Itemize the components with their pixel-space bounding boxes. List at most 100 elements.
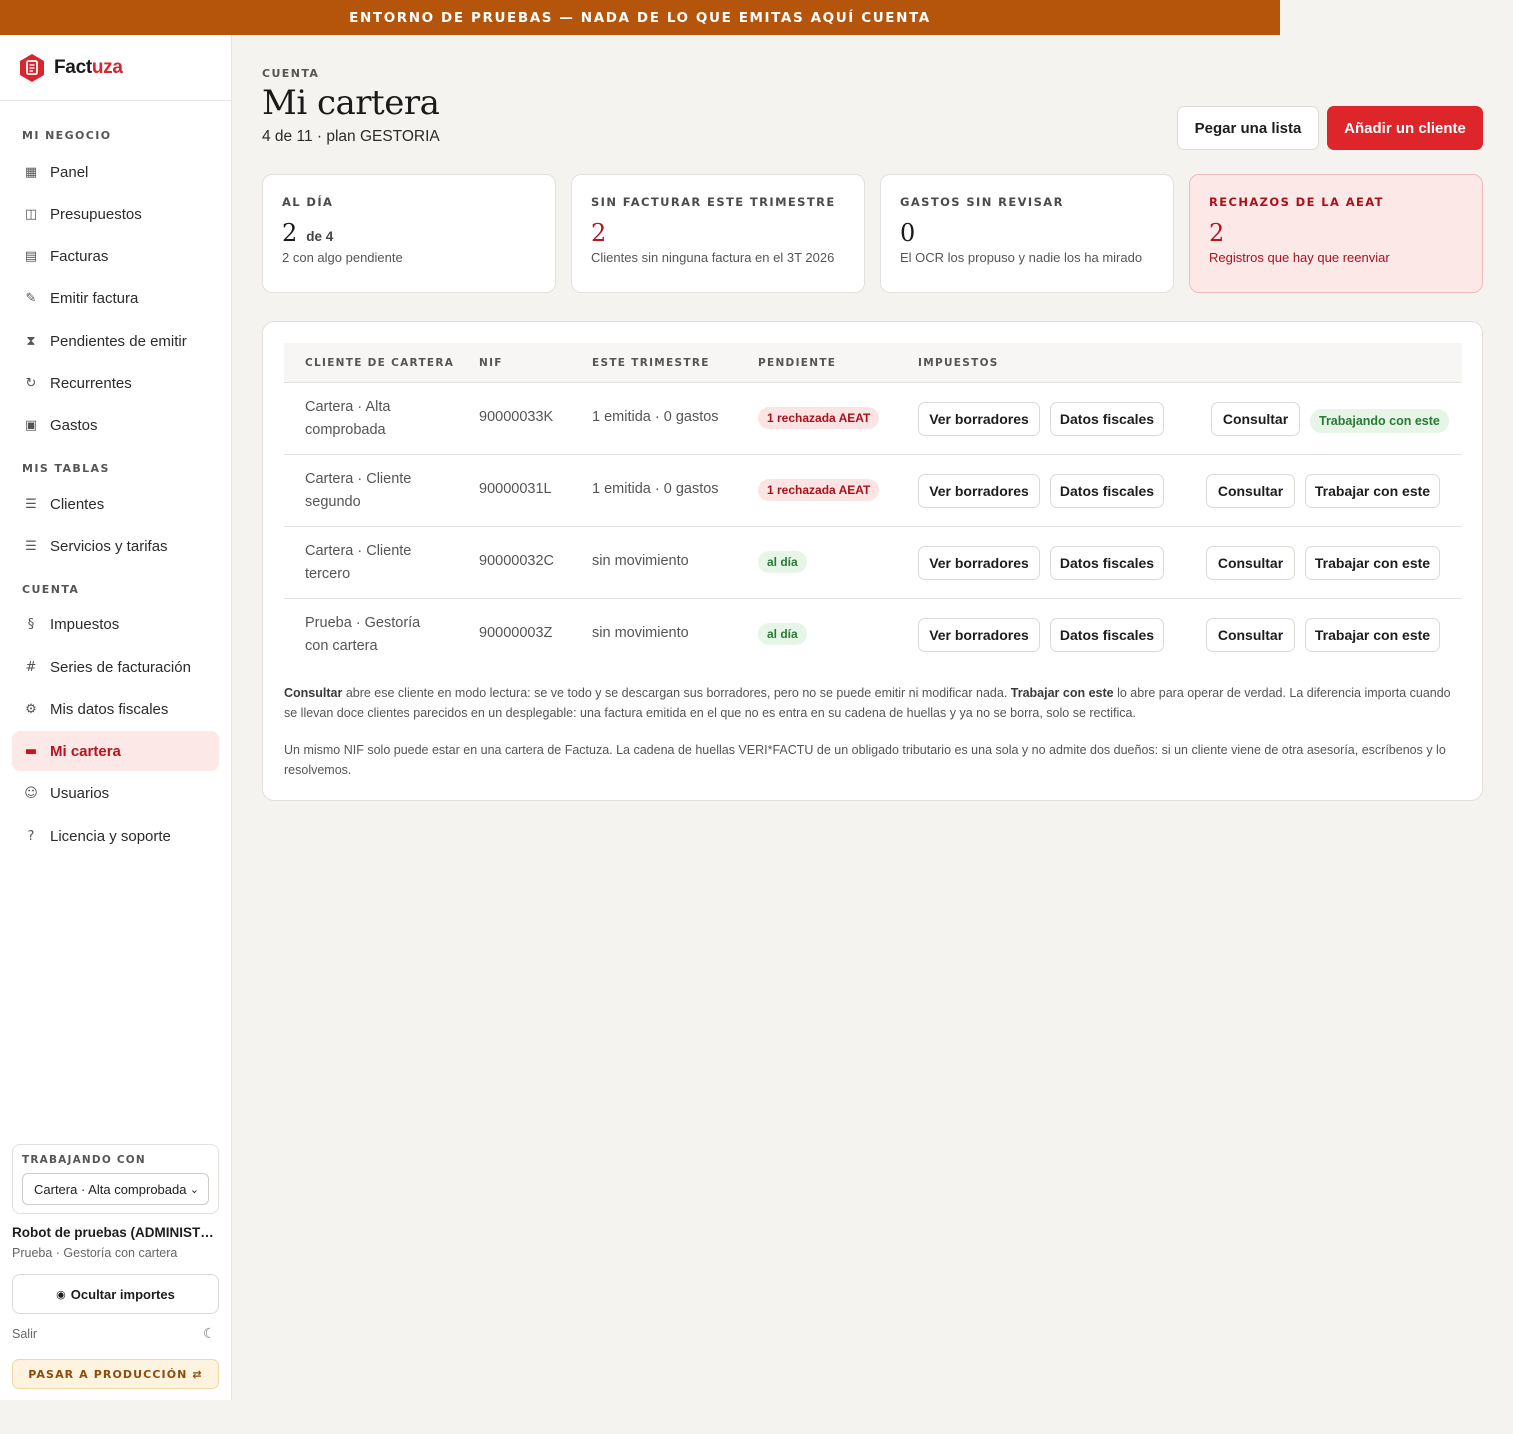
logo[interactable]: Factuza [0,35,231,101]
sidebar-item-label: Gastos [50,416,98,434]
sidebar-item-label: Clientes [50,495,105,513]
stat-desc: 2 con algo pendiente [282,250,403,265]
sidebar-item-panel[interactable]: ▦ Panel [12,152,219,192]
stat-title: GASTOS SIN REVISAR [900,195,1064,209]
stat-title: SIN FACTURAR ESTE TRIMESTRE [591,195,836,209]
section-icon: § [27,616,35,632]
client-quarter: sin movimiento [592,553,689,569]
stat-title: AL DÍA [282,195,334,209]
view-drafts-button[interactable]: Ver borradores [918,474,1040,508]
work-with-button[interactable]: Trabajar con este [1305,546,1440,580]
sidebar-item-mi-cartera[interactable]: ▬ Mi cartera [12,731,219,771]
fiscal-data-button[interactable]: Datos fiscales [1050,546,1164,580]
work-with-button[interactable]: Trabajar con este [1305,618,1440,652]
logout-link[interactable]: Salir [12,1327,37,1341]
briefcase-icon: ▬ [24,743,38,759]
working-with-badge: Trabajando con este [1310,409,1449,433]
client-name: Cartera · Cliente tercero [305,543,412,582]
sidebar-item-recurrentes[interactable]: ↻ Recurrentes [12,363,219,403]
sidebar-item-facturas[interactable]: ▤ Facturas [12,236,219,276]
stat-card-gastos: GASTOS SIN REVISAR 0 El OCR los propuso … [880,174,1174,293]
stat-card-sin-facturar: SIN FACTURAR ESTE TRIMESTRE 2 Clientes s… [571,174,865,293]
sidebar-item-impuestos[interactable]: § Impuestos [12,604,219,644]
sidebar-item-emitir-factura[interactable]: ✎ Emitir factura [12,278,219,318]
factuza-logo-icon [19,53,45,83]
nav-group-cuenta: CUENTA [22,583,80,596]
menu-icon: ☰ [25,496,37,512]
sidebar-item-label: Pendientes de emitir [50,332,187,350]
col-header-trimestre: ESTE TRIMESTRE [592,357,710,369]
client-quarter: sin movimiento [592,625,689,641]
fiscal-data-button[interactable]: Datos fiscales [1050,474,1164,508]
portfolio-card: CLIENTE DE CARTERA NIF ESTE TRIMESTRE PE… [262,321,1483,801]
sidebar-item-label: Servicios y tarifas [50,537,168,555]
stat-value-wrap: 2 de 4 [282,219,536,247]
table-row: Prueba · Gestoría con cartera 90000003Z … [284,599,1462,671]
sidebar-item-licencia[interactable]: ? Licencia y soporte [12,816,219,856]
stat-desc: El OCR los propuso y nadie los ha mirado [900,250,1143,265]
fiscal-data-button[interactable]: Datos fiscales [1050,402,1164,436]
view-drafts-button[interactable]: Ver borradores [918,546,1040,580]
sidebar-item-label: Presupuestos [50,205,142,223]
sidebar-item-series[interactable]: # Series de facturación [12,647,219,687]
sidebar-item-label: Usuarios [50,784,110,802]
stat-card-al-dia: AL DÍA 2 de 4 2 con algo pendiente [262,174,556,293]
sidebar-item-label: Mis datos fiscales [50,700,169,718]
table-row: Cartera · Cliente tercero 90000032C sin … [284,527,1462,599]
user-org: Prueba · Gestoría con cartera [12,1246,178,1260]
stat-suffix: de 4 [306,229,334,244]
consult-button[interactable]: Consultar [1206,474,1295,508]
hide-amounts-label: Ocultar importes [70,1286,175,1302]
view-drafts-button[interactable]: Ver borradores [918,402,1040,436]
sidebar-item-clientes[interactable]: ☰ Clientes [12,484,219,524]
eye-icon: ◉ [56,1288,66,1301]
view-drafts-button[interactable]: Ver borradores [918,618,1040,652]
sidebar-item-label: Licencia y soporte [50,827,171,845]
help-note-nif: Un mismo NIF solo puede estar en una car… [284,743,1446,777]
stat-desc: Registros que hay que reenviar [1209,250,1390,265]
sidebar-item-pendientes[interactable]: ⧗ Pendientes de emitir [12,321,219,361]
paste-list-button[interactable]: Pegar una lista [1177,106,1319,150]
add-client-button[interactable]: Añadir un cliente [1327,106,1483,150]
sidebar-item-datos-fiscales[interactable]: ⚙ Mis datos fiscales [12,689,219,729]
hourglass-icon: ⧗ [26,333,36,349]
table-row: Cartera · Cliente segundo 90000031L 1 em… [284,455,1462,527]
sidebar-item-label: Mi cartera [50,742,121,760]
sidebar-item-usuarios[interactable]: ☺ Usuarios [12,773,219,813]
sidebar-item-servicios[interactable]: ☰ Servicios y tarifas [12,526,219,566]
client-name: Cartera · Alta comprobada [305,399,391,438]
user-icon: ☺ [24,785,38,801]
chevron-down-icon: ⌄ [189,1183,199,1196]
col-header-impuestos: IMPUESTOS [918,357,999,369]
sidebar-item-label: Emitir factura [50,289,139,307]
col-header-cliente: CLIENTE DE CARTERA [305,357,455,369]
sidebar-item-presupuestos[interactable]: ◫ Presupuestos [12,194,219,234]
page-title: Mi cartera [262,83,440,123]
sidebar-item-label: Impuestos [50,615,120,633]
help-icon: ? [27,828,35,844]
stat-card-rechazos[interactable]: RECHAZOS DE LA AEAT 2 Registros que hay … [1189,174,1483,293]
stat-value: 2 [1209,219,1225,247]
fiscal-data-button[interactable]: Datos fiscales [1050,618,1164,652]
hide-amounts-button[interactable]: ◉ Ocultar importes [12,1274,219,1314]
stat-value: 2 [282,219,298,247]
working-label: TRABAJANDO CON [22,1154,146,1166]
status-badge: al día [758,623,807,645]
nav-group-mis-tablas: MIS TABLAS [22,462,110,475]
repeat-icon: ↻ [25,375,37,391]
working-client-select[interactable]: Cartera · Alta comprobada ⌄ [22,1173,209,1205]
consult-button[interactable]: Consultar [1211,402,1300,436]
moon-icon[interactable]: ☾ [203,1325,216,1342]
table-header: CLIENTE DE CARTERA NIF ESTE TRIMESTRE PE… [284,343,1462,383]
user-name: Robot de pruebas (ADMINISTRADOR) [12,1225,222,1240]
consult-button[interactable]: Consultar [1206,618,1295,652]
sidebar-item-gastos[interactable]: ▣ Gastos [12,405,219,445]
go-production-button[interactable]: PASAR A PRODUCCIÓN ⇄ [12,1359,219,1389]
consult-button[interactable]: Consultar [1206,546,1295,580]
client-nif: 90000031L [479,481,552,497]
stat-value: 2 [591,219,607,247]
sidebar-item-label: Recurrentes [50,374,132,392]
work-with-button[interactable]: Trabajar con este [1305,474,1440,508]
client-quarter: 1 emitida · 0 gastos [592,409,719,425]
hash-icon: # [25,659,37,675]
